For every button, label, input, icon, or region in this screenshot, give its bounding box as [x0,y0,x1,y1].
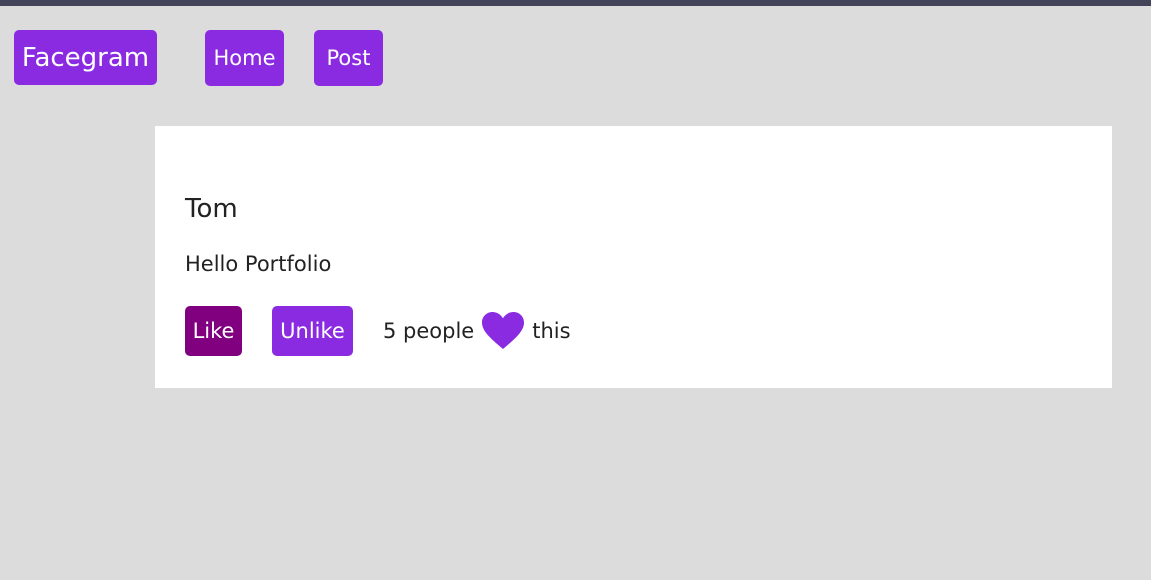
brand-logo-button[interactable]: Facegram [14,30,157,85]
like-button[interactable]: Like [185,306,242,356]
likes-summary: 5 people this [383,306,571,356]
heart-icon [482,312,525,350]
post-content: Hello Portfolio [185,252,332,276]
nav-post-button[interactable]: Post [314,30,383,86]
unlike-button[interactable]: Unlike [272,306,353,356]
likes-count-text: 5 people [383,319,475,343]
nav-home-button[interactable]: Home [205,30,284,86]
post-card: Tom Hello Portfolio Like Unlike 5 people… [155,126,1112,388]
likes-suffix-text: this [532,319,571,343]
top-bar [0,0,1151,6]
post-author: Tom [185,194,238,224]
